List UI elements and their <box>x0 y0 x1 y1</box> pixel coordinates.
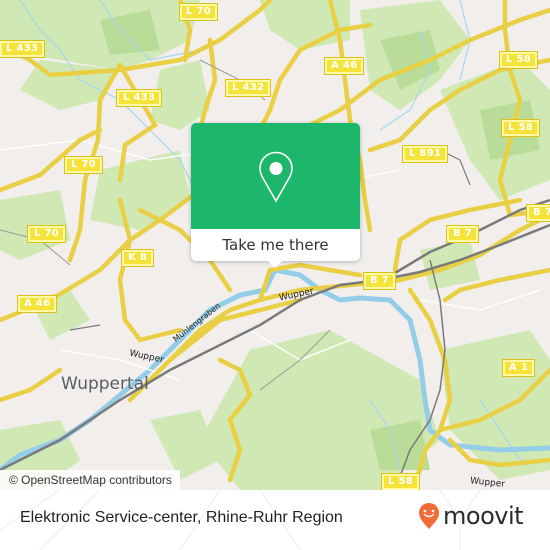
take-me-there-button[interactable]: Take me there <box>191 229 360 261</box>
road-shield-l70: L 70 <box>27 225 66 243</box>
road-shield-a1: A 1 <box>501 359 536 377</box>
popup-pointer <box>267 260 283 268</box>
road-shield-a46: A 46 <box>323 57 365 75</box>
location-pin-icon <box>259 151 293 203</box>
road-shield-l433: L 433 <box>0 40 46 58</box>
road-shield-b7: B 7 <box>526 204 550 222</box>
map-attribution[interactable]: © OpenStreetMap contributors <box>0 470 180 490</box>
road-shield-l58: L 58 <box>501 119 540 137</box>
road-shield-b7: B 7 <box>446 225 479 243</box>
road-shield-l70: L 70 <box>64 156 103 174</box>
road-shield-l58: L 58 <box>381 473 420 490</box>
moovit-wordmark: moovit <box>443 502 524 530</box>
road-shield-b7: B 7 <box>363 272 396 290</box>
moovit-pin-icon <box>419 503 439 529</box>
destination-popup[interactable]: Take me there <box>191 123 360 268</box>
map[interactable]: L 70 L 433 A 46 L 58 L 433 L 432 L 58 L … <box>0 0 550 490</box>
road-shield-l433: L 433 <box>115 89 163 107</box>
road-shield-a46: A 46 <box>16 295 58 313</box>
city-label: Wuppertal <box>61 374 149 394</box>
popup-header <box>191 123 360 229</box>
road-shield-l891: L 891 <box>401 145 449 163</box>
road-shield-k8: K 8 <box>120 249 155 267</box>
place-title: Elektronic Service-center, Rhine-Ruhr Re… <box>20 509 343 526</box>
road-shield-l58: L 58 <box>499 51 538 69</box>
moovit-logo[interactable]: moovit <box>418 502 524 530</box>
road-shield-l432: L 432 <box>224 79 272 97</box>
road-shield-l70: L 70 <box>179 3 218 21</box>
